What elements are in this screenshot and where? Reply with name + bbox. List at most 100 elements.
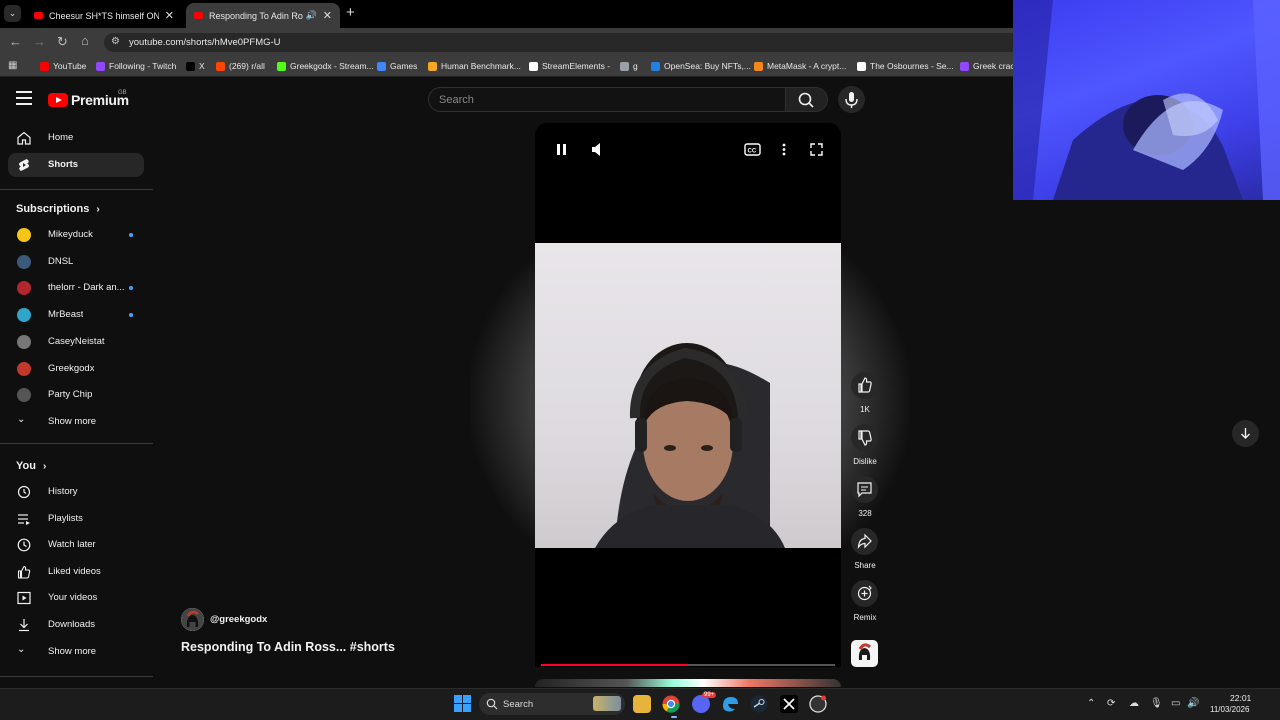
browser-tab-2-active[interactable]: Responding To Adin Ross... 🔊 ✕: [186, 3, 340, 28]
clock-time[interactable]: 22:01: [1230, 693, 1251, 703]
sidebar-item-label: Mikeyduck: [48, 229, 93, 240]
sidebar-item-watch-later[interactable]: Watch later: [8, 533, 144, 557]
sidebar-subscription-item[interactable]: DNSL: [8, 250, 144, 274]
subscriptions-heading[interactable]: Subscriptions ›: [16, 203, 100, 215]
more-options-icon[interactable]: [779, 142, 789, 157]
search-button[interactable]: [786, 87, 828, 112]
sidebar-item-playlists[interactable]: Playlists: [8, 507, 144, 531]
obs-icon[interactable]: [809, 695, 827, 713]
bookmark-item[interactable]: (269) r/all: [216, 61, 265, 71]
bookmark-favicon-icon: [40, 61, 49, 71]
channel-avatar[interactable]: [181, 608, 204, 631]
edge-icon[interactable]: [721, 695, 739, 713]
sidebar-item-label: Show more: [48, 646, 97, 657]
close-tab-icon[interactable]: ✕: [165, 9, 174, 22]
bookmark-item[interactable]: Games: [377, 61, 417, 71]
clock-date[interactable]: 11/03/2026: [1210, 705, 1249, 714]
sidebar-divider: [0, 676, 153, 677]
bookmark-item[interactable]: Greekgodx - Stream...: [277, 61, 374, 71]
sidebar-subscription-item[interactable]: thelorr - Dark an...: [8, 276, 144, 300]
notification-badge: 99+: [702, 692, 717, 698]
close-tab-icon[interactable]: ✕: [323, 9, 332, 22]
channel-handle[interactable]: @greekgodx: [210, 614, 267, 625]
show-hidden-icons-chevron-up-icon[interactable]: ⌃: [1087, 698, 1095, 709]
steam-icon[interactable]: [750, 695, 768, 713]
url-text[interactable]: youtube.com/shorts/hMve0PFMG-U: [129, 37, 281, 48]
bookmark-label: Greek crack: [973, 61, 1019, 71]
sync-icon[interactable]: ⟳: [1107, 698, 1115, 709]
bookmark-item[interactable]: Following - Twitch: [96, 61, 176, 71]
bookmark-item[interactable]: g: [620, 61, 638, 71]
you-heading[interactable]: You ›: [16, 460, 46, 472]
microphone-icon[interactable]: 🎙: [1150, 698, 1163, 709]
chevron-down-icon: ⌄: [17, 414, 26, 425]
site-info-icon[interactable]: ⚙: [111, 36, 120, 47]
voice-search-button[interactable]: [838, 86, 865, 113]
youtube-favicon-icon: [194, 12, 203, 19]
bookmark-item[interactable]: YouTube: [40, 61, 86, 71]
history-icon: [17, 485, 31, 499]
youtube-premium-logo[interactable]: Premium: [48, 92, 129, 108]
sidebar-item-liked-videos[interactable]: Liked videos: [8, 560, 144, 584]
video-frame[interactable]: [535, 243, 841, 548]
fullscreen-icon[interactable]: [809, 142, 824, 157]
remix-label: Remix: [853, 613, 877, 622]
next-short-preview[interactable]: [535, 679, 841, 687]
file-explorer-icon[interactable]: [633, 695, 651, 713]
sidebar-subscription-item[interactable]: Party Chip: [8, 383, 144, 407]
sidebar-subscription-item[interactable]: CaseyNeistat: [8, 330, 144, 354]
menu-icon[interactable]: [16, 91, 32, 105]
bookmark-item[interactable]: The Osbournes - Se...: [857, 61, 954, 71]
onedrive-cloud-icon[interactable]: ☁: [1129, 698, 1139, 709]
sidebar-subscription-item[interactable]: Greekgodx: [8, 357, 144, 381]
like-button[interactable]: [851, 372, 878, 399]
speaker-icon[interactable]: 🔊: [1187, 698, 1199, 709]
bookmark-item[interactable]: OpenSea: Buy NFTs,...: [651, 61, 751, 71]
spartan-helmet-icon: [181, 608, 204, 631]
apps-grid-icon[interactable]: ▦: [8, 60, 17, 71]
new-tab-button[interactable]: +: [346, 4, 355, 21]
bookmark-item[interactable]: X: [186, 61, 205, 71]
back-icon[interactable]: ←: [9, 34, 22, 49]
sidebar-item-your-videos[interactable]: Your videos: [8, 586, 144, 610]
video-still-person: [595, 343, 785, 548]
bookmark-item[interactable]: StreamElements -: [529, 61, 610, 71]
reload-icon[interactable]: ↻: [57, 34, 68, 50]
arrow-down-icon: [1241, 428, 1250, 439]
sidebar-item-shorts[interactable]: Shorts: [8, 153, 144, 177]
remix-button[interactable]: [851, 580, 878, 607]
home-icon[interactable]: ⌂: [81, 33, 89, 48]
forward-icon[interactable]: →: [33, 34, 46, 49]
share-button[interactable]: [851, 528, 878, 555]
volume-icon[interactable]: [590, 142, 606, 157]
display-icon[interactable]: ▭: [1171, 698, 1180, 709]
browser-tab-1[interactable]: Cheesur SH*TS himself ON STR ✕: [26, 3, 182, 28]
bookmark-item[interactable]: Human Benchmark...: [428, 61, 521, 71]
x-app-icon[interactable]: [780, 695, 798, 713]
sidebar-show-more-you[interactable]: ⌄ Show more: [8, 640, 144, 664]
channel-avatar-button[interactable]: [851, 640, 878, 667]
comments-button[interactable]: [851, 476, 878, 503]
sidebar-item-history[interactable]: History: [8, 480, 144, 504]
sidebar-item-downloads[interactable]: Downloads: [8, 613, 144, 637]
captions-icon[interactable]: CC: [744, 142, 761, 157]
tab-search-button[interactable]: ⌄: [4, 5, 21, 22]
active-app-indicator: [671, 716, 677, 718]
speaker-icon[interactable]: 🔊: [306, 10, 317, 21]
search-input[interactable]: [439, 92, 769, 107]
sidebar-show-more-subscriptions[interactable]: ⌄ Show more: [8, 410, 144, 434]
new-content-dot: [129, 233, 133, 237]
chrome-icon[interactable]: [662, 695, 680, 713]
windows-start-icon[interactable]: [454, 695, 471, 712]
sidebar-subscription-item[interactable]: Mikeyduck: [8, 223, 144, 247]
sidebar-item-home[interactable]: Home: [8, 126, 144, 150]
next-short-button[interactable]: [1232, 420, 1259, 447]
sidebar-item-label: Show more: [48, 416, 97, 427]
bookmark-item[interactable]: Greek crack: [960, 61, 1019, 71]
sidebar-subscription-item[interactable]: MrBeast: [8, 303, 144, 327]
share-icon: [857, 533, 872, 550]
bookmark-favicon-icon: [651, 61, 660, 71]
bookmark-item[interactable]: MetaMask - A crypt...: [754, 61, 846, 71]
dislike-button[interactable]: [851, 424, 878, 451]
pause-icon[interactable]: [555, 142, 569, 157]
